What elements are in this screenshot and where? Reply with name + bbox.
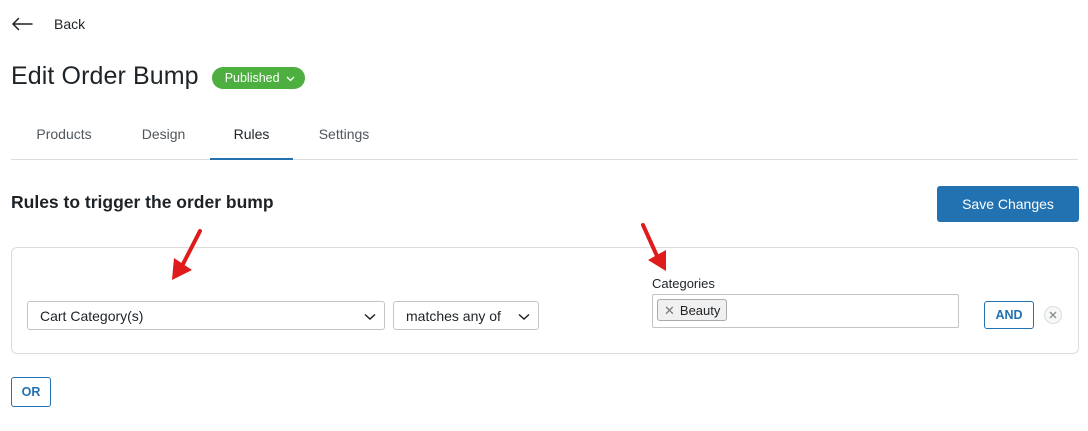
- remove-rule-button[interactable]: [1044, 306, 1062, 324]
- save-changes-button[interactable]: Save Changes: [937, 186, 1079, 222]
- tab-rules[interactable]: Rules: [210, 116, 293, 160]
- back-label: Back: [54, 16, 86, 32]
- category-tag-label: Beauty: [679, 302, 721, 318]
- annotation-arrow-icon: [641, 223, 666, 271]
- category-tag: ✕ Beauty: [657, 299, 728, 321]
- rule-operator-select[interactable]: matches any of: [393, 301, 539, 330]
- rule-operator-value: matches any of: [406, 307, 501, 324]
- categories-tag-input[interactable]: ✕ Beauty: [652, 294, 959, 328]
- annotation-arrow-icon: [172, 229, 202, 280]
- tab-products[interactable]: Products: [35, 116, 93, 160]
- status-label: Published: [224, 70, 280, 85]
- page-title: Edit Order Bump: [11, 62, 199, 90]
- close-icon[interactable]: ✕: [664, 304, 675, 317]
- back-link[interactable]: Back: [11, 16, 85, 32]
- or-button[interactable]: OR: [11, 377, 51, 407]
- close-icon: [1049, 306, 1057, 324]
- tab-settings[interactable]: Settings: [317, 116, 371, 160]
- chevron-down-icon: [518, 308, 530, 324]
- rule-field-select[interactable]: Cart Category(s): [27, 301, 385, 330]
- title-row: Edit Order Bump Published: [11, 62, 305, 91]
- tab-bar: Products Design Rules Settings: [11, 116, 1078, 160]
- chevron-down-icon: [286, 71, 295, 85]
- and-button[interactable]: AND: [984, 301, 1034, 329]
- chevron-down-icon: [364, 308, 376, 324]
- section-title: Rules to trigger the order bump: [11, 192, 274, 212]
- tab-design[interactable]: Design: [141, 116, 186, 160]
- arrow-left-icon: [11, 17, 33, 31]
- status-badge[interactable]: Published: [211, 66, 305, 89]
- rule-field-value: Cart Category(s): [40, 307, 144, 324]
- categories-label: Categories: [652, 276, 715, 291]
